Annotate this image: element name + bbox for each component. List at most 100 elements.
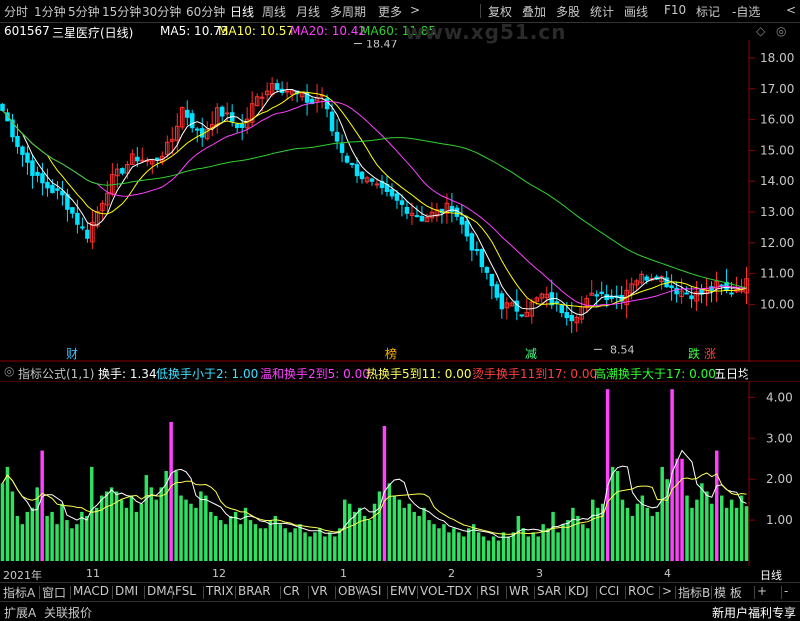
- turnover-bar: [248, 520, 253, 561]
- tab-15[interactable]: WR: [509, 584, 529, 598]
- period-weekly[interactable]: 周线: [262, 3, 286, 20]
- tab-21[interactable]: 指标B: [678, 584, 710, 601]
- mark-button[interactable]: 标记: [696, 3, 720, 20]
- tab-7[interactable]: BRAR: [238, 584, 271, 598]
- tab-12[interactable]: EMV: [390, 584, 416, 598]
- turnover-bar: [407, 503, 411, 561]
- tab-17[interactable]: KDJ: [568, 584, 589, 598]
- period-daily[interactable]: 日线: [230, 3, 254, 20]
- tab-6[interactable]: TRIX: [206, 584, 233, 598]
- period-5min[interactable]: 5分钟: [68, 3, 100, 20]
- candle-body: [729, 292, 734, 295]
- statistics-button[interactable]: 统计: [590, 3, 614, 20]
- turnover-bar: [610, 466, 615, 561]
- candle-body: [609, 296, 614, 299]
- candle-body: [20, 146, 25, 155]
- new-user-notice[interactable]: 新用户福利专享: [712, 604, 796, 621]
- turnover-bar: [124, 507, 129, 561]
- tab-2[interactable]: MACD: [73, 584, 109, 598]
- tab-3[interactable]: DMI: [115, 584, 138, 598]
- tab-separator: [39, 586, 40, 599]
- more-arrow-icon[interactable]: >: [410, 3, 420, 17]
- tab-22[interactable]: 模 板: [714, 584, 742, 601]
- turnover-bar: [715, 450, 719, 561]
- indicator-name[interactable]: 指标公式(1,1): [18, 365, 94, 382]
- indicator-menu-icon[interactable]: ◎: [4, 364, 14, 378]
- related-quotes-button[interactable]: 关联报价: [44, 604, 92, 621]
- turnover-bar: [243, 507, 248, 561]
- low-price-label: 8.54: [610, 343, 635, 356]
- turnover-bar: [591, 499, 595, 561]
- turnover-bar: [20, 524, 25, 561]
- period-more[interactable]: 更多: [378, 3, 402, 20]
- tab-23[interactable]: +: [757, 584, 767, 598]
- period-label: 日线: [760, 569, 782, 582]
- turnover-bar: [392, 495, 397, 561]
- turnover-bar: [506, 536, 511, 561]
- turnover-indicator-chart[interactable]: 4.00 3.00 2.00 1.00: [0, 381, 800, 566]
- candle-body: [494, 284, 500, 298]
- turnover-bar: [159, 487, 163, 561]
- tab-8[interactable]: CR: [283, 584, 300, 598]
- date-label-feb: 2: [448, 567, 455, 580]
- period-30min[interactable]: 30分钟: [142, 3, 181, 20]
- tab-0[interactable]: 指标A: [3, 584, 35, 601]
- turnover-bar: [323, 536, 327, 561]
- tab-separator: [675, 586, 676, 599]
- turnover-bar: [5, 466, 10, 561]
- multi-stock-button[interactable]: 多股: [556, 3, 580, 20]
- tab-20[interactable]: >: [662, 584, 672, 598]
- turnover-bar: [556, 532, 560, 561]
- tab-11[interactable]: ASI: [362, 584, 381, 598]
- turnover-bar: [199, 491, 203, 561]
- restore-rights-button[interactable]: 复权: [488, 3, 512, 20]
- tab-separator: [359, 586, 360, 599]
- period-1min[interactable]: 1分钟: [34, 3, 66, 20]
- turnover-bar: [80, 511, 84, 561]
- tab-16[interactable]: SAR: [537, 584, 561, 598]
- tab-24[interactable]: -: [784, 584, 788, 598]
- turnover-bar: [338, 528, 342, 561]
- tab-18[interactable]: CCI: [599, 584, 619, 598]
- settings-circle-icon[interactable]: ◎: [776, 24, 786, 38]
- date-label-jan: 1: [340, 567, 347, 580]
- period-intraday[interactable]: 分时: [4, 3, 28, 20]
- legend-low: 低换手小于2: 1.00: [156, 367, 259, 381]
- candle-body: [274, 83, 280, 90]
- turnover-bar: [238, 524, 243, 561]
- event-marker: 跌: [688, 346, 700, 361]
- tab-9[interactable]: VR: [311, 584, 328, 598]
- candle-body: [75, 212, 80, 225]
- event-marker: 减: [525, 347, 537, 361]
- tab-4[interactable]: DMA: [147, 584, 175, 598]
- tab-5[interactable]: FSL: [175, 584, 196, 598]
- period-60min[interactable]: 60分钟: [186, 3, 225, 20]
- turnover-bar: [739, 495, 744, 561]
- turnover-bar: [427, 520, 431, 561]
- watchlist-button[interactable]: -自选: [732, 3, 760, 20]
- overlay-button[interactable]: 叠加: [522, 3, 546, 20]
- draw-line-button[interactable]: 画线: [624, 3, 648, 20]
- turnover-bar: [10, 491, 15, 561]
- period-15min[interactable]: 15分钟: [102, 3, 141, 20]
- collapse-arrow-icon[interactable]: <: [786, 3, 796, 17]
- turnover-bar: [204, 495, 208, 561]
- tab-19[interactable]: ROC: [628, 584, 654, 598]
- tab-13[interactable]: VOL-TDX: [420, 584, 472, 598]
- candle-body: [339, 143, 345, 153]
- f10-button[interactable]: F10: [664, 3, 686, 17]
- turnover-bar: [318, 528, 322, 561]
- period-monthly[interactable]: 月线: [296, 3, 320, 20]
- candle-body: [479, 249, 485, 268]
- candlestick-chart[interactable]: 18.00 17.00 16.00 15.00 14.00 13.00 12.00 11.00…: [0, 40, 800, 362]
- tab-1[interactable]: 窗口: [42, 584, 66, 601]
- diamond-icon[interactable]: ◇: [756, 24, 765, 38]
- event-marker: 涨: [704, 346, 716, 361]
- period-multi[interactable]: 多周期: [330, 3, 366, 20]
- date-label-apr: 4: [664, 567, 671, 580]
- candle-body: [474, 248, 480, 252]
- turnover-bar: [194, 507, 198, 561]
- turnover-bar: [85, 516, 89, 561]
- tab-14[interactable]: RSI: [480, 584, 500, 598]
- extend-a-button[interactable]: 扩展A: [4, 604, 36, 621]
